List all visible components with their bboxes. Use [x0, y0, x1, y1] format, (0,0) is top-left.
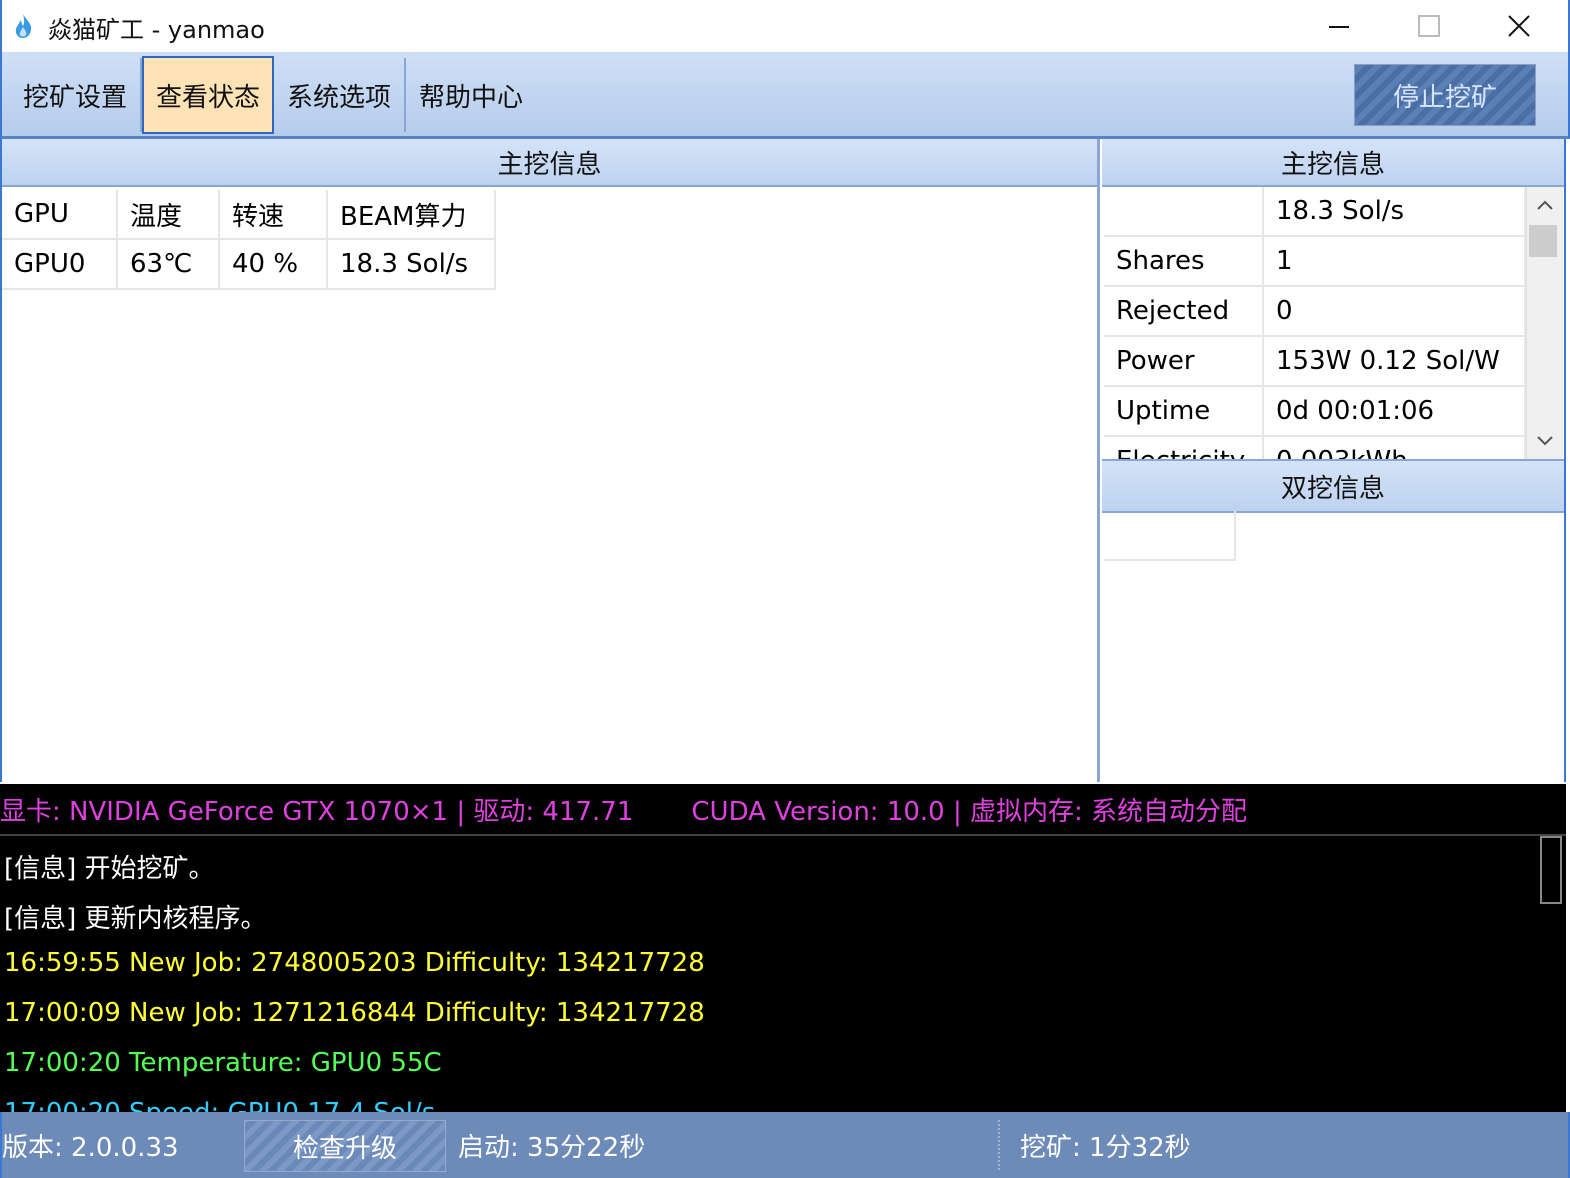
status-divider — [998, 1120, 1000, 1170]
cell-fan-speed: 40 % — [219, 239, 328, 290]
status-bar: 版本: 2.0.0.33 检查升级 启动: 35分22秒 挖矿: 1分32秒 — [0, 1112, 1570, 1178]
dual-info-header: 双挖信息 — [1102, 459, 1564, 513]
minimize-icon — [1329, 26, 1349, 28]
log-line: [信息] 开始挖矿。 — [4, 854, 215, 884]
info-key: Uptime — [1104, 386, 1264, 437]
maximize-icon — [1418, 15, 1440, 37]
info-key — [1104, 187, 1264, 237]
tab-help-center[interactable]: 帮助中心 — [406, 58, 536, 132]
info-value: 1 — [1263, 236, 1526, 287]
log-line: [信息] 更新内核程序。 — [4, 904, 267, 934]
main-info-table: 18.3 Sol/s Shares 1 Rejected 0 Power 153W 0… — [1104, 187, 1526, 459]
gpu-info-bar: 显卡: NVIDIA GeForce GTX 1070×1 | 驱动: 417.… — [0, 784, 1566, 834]
cell-temperature: 63℃ — [117, 239, 220, 290]
log-line: 17:00:20 Temperature: GPU0 55C — [4, 1048, 442, 1078]
info-row: Power 153W 0.12 Sol/W — [1104, 336, 1526, 387]
version-label: 版本: 2.0.0.33 — [2, 1132, 179, 1163]
info-value: 0 — [1263, 286, 1526, 337]
info-key: Rejected — [1104, 286, 1264, 337]
mining-time: 挖矿: 1分32秒 — [1020, 1132, 1191, 1163]
scrollbar-thumb[interactable] — [1529, 225, 1557, 257]
info-scrollbar[interactable] — [1526, 187, 1563, 459]
title-bar: 焱猫矿工 - yanmao — [0, 0, 1570, 52]
close-button[interactable] — [1474, 2, 1564, 50]
minimize-button[interactable] — [1294, 2, 1384, 50]
info-row: Uptime 0d 00:01:06 — [1104, 386, 1526, 437]
scroll-down-icon[interactable] — [1527, 423, 1563, 459]
scroll-up-icon[interactable] — [1527, 187, 1563, 223]
window-title: 焱猫矿工 - yanmao — [48, 16, 265, 44]
info-row: Electricity0.003kWh — [1104, 436, 1526, 459]
column-header-temperature: 温度 — [117, 190, 220, 240]
console-scrollbar[interactable] — [1540, 836, 1562, 904]
info-value: 0d 00:01:06 — [1263, 386, 1526, 437]
info-value: 18.3 Sol/s — [1263, 187, 1526, 237]
main-info-header: 主挖信息 — [1102, 139, 1564, 187]
table-row[interactable]: GPU0 63℃ 40 % 18.3 Sol/s — [2, 239, 496, 290]
stop-mining-button[interactable]: 停止挖矿 — [1354, 64, 1536, 126]
column-header-gpu: GPU — [2, 190, 118, 240]
tab-view-status[interactable]: 查看状态 — [142, 56, 274, 134]
gpu-driver-info: 显卡: NVIDIA GeForce GTX 1070×1 | 驱动: 417.… — [0, 796, 634, 827]
info-row: Rejected 0 — [1104, 286, 1526, 337]
flame-icon — [12, 13, 34, 39]
tab-mining-settings[interactable]: 挖矿设置 — [10, 58, 142, 132]
cuda-memory-info: CUDA Version: 10.0 | 虚拟内存: 系统自动分配 — [691, 796, 1248, 827]
column-header-fan-speed: 转速 — [219, 190, 328, 240]
table-header-row: GPU 温度 转速 BEAM算力 — [2, 190, 496, 240]
cell-hashrate: 18.3 Sol/s — [327, 239, 496, 290]
log-line: 16:59:55 New Job: 2748005203 Difficulty:… — [4, 948, 705, 978]
info-key: Power — [1104, 336, 1264, 387]
info-panel: 主挖信息 18.3 Sol/s Shares 1 Rejected 0 Power 1… — [1102, 139, 1566, 782]
log-console[interactable]: [信息] 开始挖矿。 [信息] 更新内核程序。 16:59:55 New Job… — [0, 834, 1566, 1114]
info-value: 0.003kWh — [1263, 436, 1526, 459]
info-key: Shares — [1104, 236, 1264, 287]
info-key: Electricity — [1104, 436, 1264, 459]
cell-gpu: GPU0 — [2, 239, 118, 290]
log-line: 17:00:09 New Job: 1271216844 Difficulty:… — [4, 998, 705, 1028]
main-info-list[interactable]: 18.3 Sol/s Shares 1 Rejected 0 Power 153W 0… — [1102, 187, 1564, 459]
info-row: Shares 1 — [1104, 236, 1526, 287]
info-value: 153W 0.12 Sol/W — [1263, 336, 1526, 387]
dual-info-cell — [1104, 511, 1236, 561]
maximize-button[interactable] — [1384, 2, 1474, 50]
check-update-button[interactable]: 检查升级 — [244, 1120, 446, 1172]
info-row: 18.3 Sol/s — [1104, 187, 1526, 237]
startup-time: 启动: 35分22秒 — [458, 1132, 646, 1163]
tab-bar: 挖矿设置 查看状态 系统选项 帮助中心 停止挖矿 — [0, 52, 1570, 139]
close-icon — [1508, 15, 1530, 37]
main-mining-header: 主挖信息 — [2, 139, 1097, 187]
tab-system-options[interactable]: 系统选项 — [274, 58, 406, 132]
gpu-table: GPU 温度 转速 BEAM算力 GPU0 63℃ 40 % 18.3 Sol/… — [2, 190, 496, 290]
column-header-hashrate: BEAM算力 — [327, 190, 496, 240]
